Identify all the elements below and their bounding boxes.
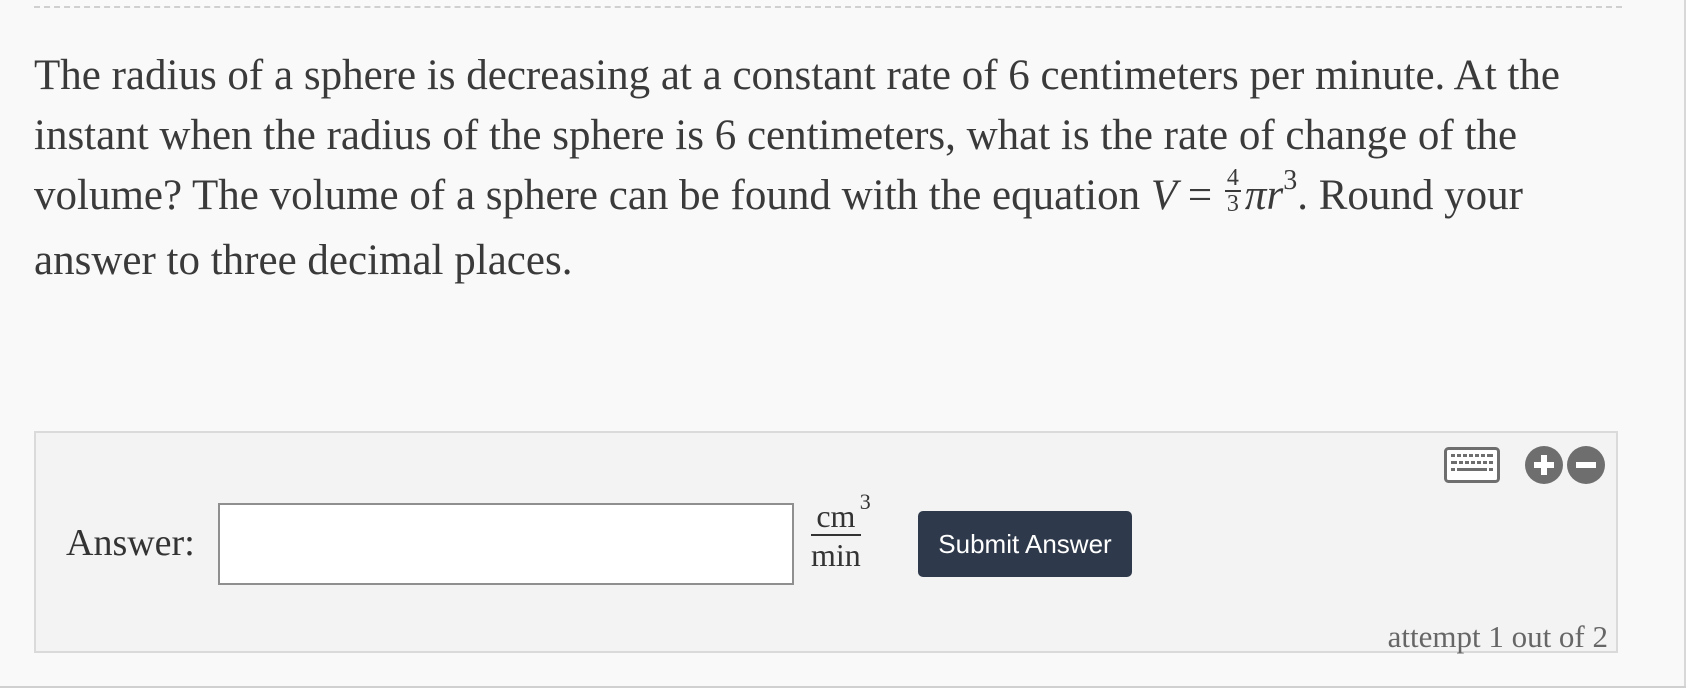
formula-equals: = — [1177, 172, 1223, 219]
formula-lhs: V — [1150, 172, 1178, 219]
unit-denominator: min — [811, 537, 861, 573]
formula-rhs: πr — [1244, 172, 1284, 219]
answer-panel: Answer: cm 3 min Submit Answer attempt 1 … — [34, 431, 1618, 654]
answer-label: Answer: — [66, 522, 195, 564]
radius-value: 6 — [714, 112, 737, 159]
fraction-numerator: 4 — [1224, 165, 1241, 193]
unit-exponent: 3 — [859, 489, 871, 514]
fraction-denominator: 3 — [1226, 191, 1239, 218]
top-dashed-divider — [34, 6, 1622, 8]
volume-formula: V = 4 3 πr3 — [1150, 165, 1297, 219]
formula-fraction: 43 — [1224, 165, 1241, 218]
unit-numerator-text: cm — [816, 498, 856, 534]
answer-input[interactable] — [218, 503, 794, 585]
formula-period: . — [1297, 172, 1308, 219]
plus-circle-icon[interactable] — [1524, 445, 1564, 485]
minus-circle-icon[interactable] — [1566, 445, 1606, 485]
submit-answer-button[interactable]: Submit Answer — [918, 511, 1132, 577]
attempt-counter: attempt 1 out of 2 — [1387, 619, 1608, 654]
formula-exponent: 3 — [1283, 165, 1298, 196]
answer-unit: cm 3 min — [811, 489, 871, 573]
unit-numerator: cm 3 — [811, 489, 871, 536]
question-text: The radius of a sphere is decreasing at … — [34, 46, 1634, 291]
keyboard-icon[interactable] — [1444, 447, 1500, 483]
